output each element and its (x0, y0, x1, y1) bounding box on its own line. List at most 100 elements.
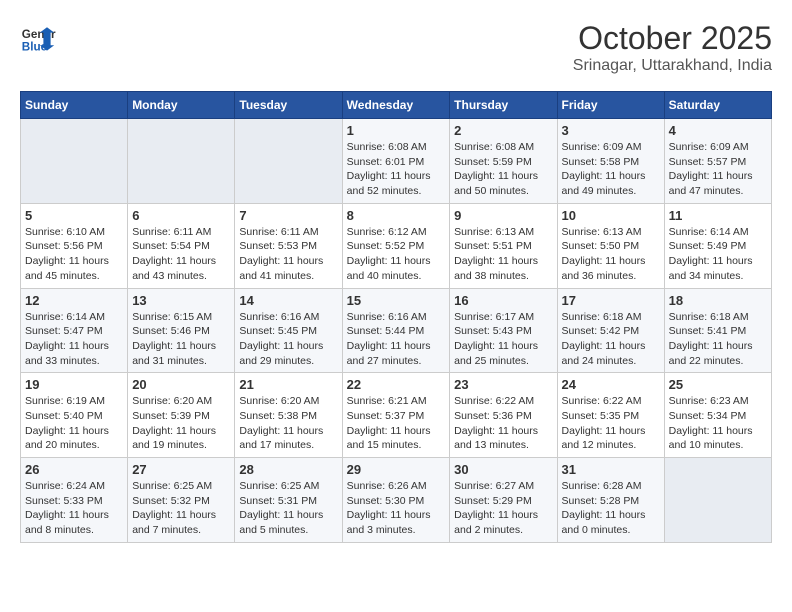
calendar-cell (664, 458, 771, 543)
day-number: 29 (347, 462, 446, 477)
day-info: Sunrise: 6:22 AMSunset: 5:35 PMDaylight:… (562, 394, 660, 453)
calendar-cell: 21 Sunrise: 6:20 AMSunset: 5:38 PMDayligh… (235, 373, 342, 458)
logo: General Blue (20, 20, 56, 56)
calendar-cell: 17 Sunrise: 6:18 AMSunset: 5:42 PMDayligh… (557, 288, 664, 373)
title-block: October 2025 Srinagar, Uttarakhand, Indi… (573, 20, 772, 75)
calendar-cell: 6 Sunrise: 6:11 AMSunset: 5:54 PMDaylight… (128, 203, 235, 288)
weekday-header: Sunday (21, 92, 128, 119)
day-info: Sunrise: 6:18 AMSunset: 5:42 PMDaylight:… (562, 310, 660, 369)
day-number: 7 (239, 208, 337, 223)
calendar-cell: 4 Sunrise: 6:09 AMSunset: 5:57 PMDaylight… (664, 119, 771, 204)
calendar-week-row: 26 Sunrise: 6:24 AMSunset: 5:33 PMDayligh… (21, 458, 772, 543)
day-info: Sunrise: 6:11 AMSunset: 5:54 PMDaylight:… (132, 225, 230, 284)
calendar-cell: 11Sunrise: 6:14 AMSunset: 5:49 PMDayligh… (664, 203, 771, 288)
calendar-cell: 24 Sunrise: 6:22 AMSunset: 5:35 PMDayligh… (557, 373, 664, 458)
location-subtitle: Srinagar, Uttarakhand, India (573, 57, 772, 75)
day-number: 14 (239, 293, 337, 308)
day-number: 30 (454, 462, 552, 477)
calendar-cell: 12Sunrise: 6:14 AMSunset: 5:47 PMDayligh… (21, 288, 128, 373)
calendar-cell: 25 Sunrise: 6:23 AMSunset: 5:34 PMDayligh… (664, 373, 771, 458)
calendar-cell: 30 Sunrise: 6:27 AMSunset: 5:29 PMDayligh… (450, 458, 557, 543)
calendar-cell: 22 Sunrise: 6:21 AMSunset: 5:37 PMDayligh… (342, 373, 450, 458)
day-number: 15 (347, 293, 446, 308)
calendar-cell: 19Sunrise: 6:19 AMSunset: 5:40 PMDayligh… (21, 373, 128, 458)
calendar-cell: 15 Sunrise: 6:16 AMSunset: 5:44 PMDayligh… (342, 288, 450, 373)
calendar-cell: 16Sunrise: 6:17 AMSunset: 5:43 PMDayligh… (450, 288, 557, 373)
day-info: Sunrise: 6:09 AMSunset: 5:57 PMDaylight:… (669, 140, 767, 199)
month-title: October 2025 (573, 20, 772, 57)
calendar-cell: 10Sunrise: 6:13 AMSunset: 5:50 PMDayligh… (557, 203, 664, 288)
day-number: 5 (25, 208, 123, 223)
day-info: Sunrise: 6:23 AMSunset: 5:34 PMDaylight:… (669, 394, 767, 453)
day-info: Sunrise: 6:14 AMSunset: 5:49 PMDaylight:… (669, 225, 767, 284)
day-number: 6 (132, 208, 230, 223)
day-info: Sunrise: 6:25 AMSunset: 5:32 PMDaylight:… (132, 479, 230, 538)
day-number: 28 (239, 462, 337, 477)
day-number: 10 (562, 208, 660, 223)
day-number: 24 (562, 377, 660, 392)
day-info: Sunrise: 6:25 AMSunset: 5:31 PMDaylight:… (239, 479, 337, 538)
day-number: 4 (669, 123, 767, 138)
day-info: Sunrise: 6:08 AMSunset: 5:59 PMDaylight:… (454, 140, 552, 199)
day-number: 18 (669, 293, 767, 308)
calendar-cell: 5 Sunrise: 6:10 AMSunset: 5:56 PMDaylight… (21, 203, 128, 288)
calendar-cell (128, 119, 235, 204)
weekday-header: Saturday (664, 92, 771, 119)
day-number: 31 (562, 462, 660, 477)
day-number: 22 (347, 377, 446, 392)
day-info: Sunrise: 6:16 AMSunset: 5:45 PMDaylight:… (239, 310, 337, 369)
day-number: 1 (347, 123, 446, 138)
calendar-cell: 14 Sunrise: 6:16 AMSunset: 5:45 PMDayligh… (235, 288, 342, 373)
calendar-cell: 28 Sunrise: 6:25 AMSunset: 5:31 PMDayligh… (235, 458, 342, 543)
day-info: Sunrise: 6:18 AMSunset: 5:41 PMDaylight:… (669, 310, 767, 369)
day-number: 19 (25, 377, 123, 392)
calendar-cell: 1 Sunrise: 6:08 AMSunset: 6:01 PMDaylight… (342, 119, 450, 204)
day-info: Sunrise: 6:20 AMSunset: 5:39 PMDaylight:… (132, 394, 230, 453)
calendar-cell: 26 Sunrise: 6:24 AMSunset: 5:33 PMDayligh… (21, 458, 128, 543)
day-number: 26 (25, 462, 123, 477)
day-info: Sunrise: 6:21 AMSunset: 5:37 PMDaylight:… (347, 394, 446, 453)
day-number: 16 (454, 293, 552, 308)
day-number: 25 (669, 377, 767, 392)
day-number: 23 (454, 377, 552, 392)
calendar-cell: 20Sunrise: 6:20 AMSunset: 5:39 PMDayligh… (128, 373, 235, 458)
calendar-cell: 2 Sunrise: 6:08 AMSunset: 5:59 PMDaylight… (450, 119, 557, 204)
calendar-cell (235, 119, 342, 204)
svg-text:General: General (22, 28, 56, 41)
day-number: 8 (347, 208, 446, 223)
day-number: 3 (562, 123, 660, 138)
calendar-cell: 9Sunrise: 6:13 AMSunset: 5:51 PMDaylight… (450, 203, 557, 288)
day-info: Sunrise: 6:27 AMSunset: 5:29 PMDaylight:… (454, 479, 552, 538)
day-number: 9 (454, 208, 552, 223)
logo-icon: General Blue (20, 20, 56, 56)
day-info: Sunrise: 6:26 AMSunset: 5:30 PMDaylight:… (347, 479, 446, 538)
page-header: General Blue October 2025 Srinagar, Utta… (20, 20, 772, 75)
day-info: Sunrise: 6:22 AMSunset: 5:36 PMDaylight:… (454, 394, 552, 453)
weekday-header: Friday (557, 92, 664, 119)
day-number: 13 (132, 293, 230, 308)
calendar-cell: 18 Sunrise: 6:18 AMSunset: 5:41 PMDayligh… (664, 288, 771, 373)
weekday-header-row: SundayMondayTuesdayWednesdayThursdayFrid… (21, 92, 772, 119)
day-info: Sunrise: 6:12 AMSunset: 5:52 PMDaylight:… (347, 225, 446, 284)
day-info: Sunrise: 6:10 AMSunset: 5:56 PMDaylight:… (25, 225, 123, 284)
calendar-cell: 3Sunrise: 6:09 AMSunset: 5:58 PMDaylight… (557, 119, 664, 204)
day-info: Sunrise: 6:28 AMSunset: 5:28 PMDaylight:… (562, 479, 660, 538)
calendar-cell: 29 Sunrise: 6:26 AMSunset: 5:30 PMDayligh… (342, 458, 450, 543)
calendar-week-row: 19Sunrise: 6:19 AMSunset: 5:40 PMDayligh… (21, 373, 772, 458)
day-number: 2 (454, 123, 552, 138)
calendar-cell: 23 Sunrise: 6:22 AMSunset: 5:36 PMDayligh… (450, 373, 557, 458)
calendar-cell: 31 Sunrise: 6:28 AMSunset: 5:28 PMDayligh… (557, 458, 664, 543)
calendar-week-row: 12Sunrise: 6:14 AMSunset: 5:47 PMDayligh… (21, 288, 772, 373)
day-info: Sunrise: 6:15 AMSunset: 5:46 PMDaylight:… (132, 310, 230, 369)
day-number: 21 (239, 377, 337, 392)
day-info: Sunrise: 6:16 AMSunset: 5:44 PMDaylight:… (347, 310, 446, 369)
day-info: Sunrise: 6:20 AMSunset: 5:38 PMDaylight:… (239, 394, 337, 453)
day-number: 12 (25, 293, 123, 308)
day-number: 17 (562, 293, 660, 308)
weekday-header: Thursday (450, 92, 557, 119)
day-info: Sunrise: 6:24 AMSunset: 5:33 PMDaylight:… (25, 479, 123, 538)
calendar-cell: 13 Sunrise: 6:15 AMSunset: 5:46 PMDayligh… (128, 288, 235, 373)
day-info: Sunrise: 6:08 AMSunset: 6:01 PMDaylight:… (347, 140, 446, 199)
calendar-cell: 8 Sunrise: 6:12 AMSunset: 5:52 PMDaylight… (342, 203, 450, 288)
weekday-header: Wednesday (342, 92, 450, 119)
